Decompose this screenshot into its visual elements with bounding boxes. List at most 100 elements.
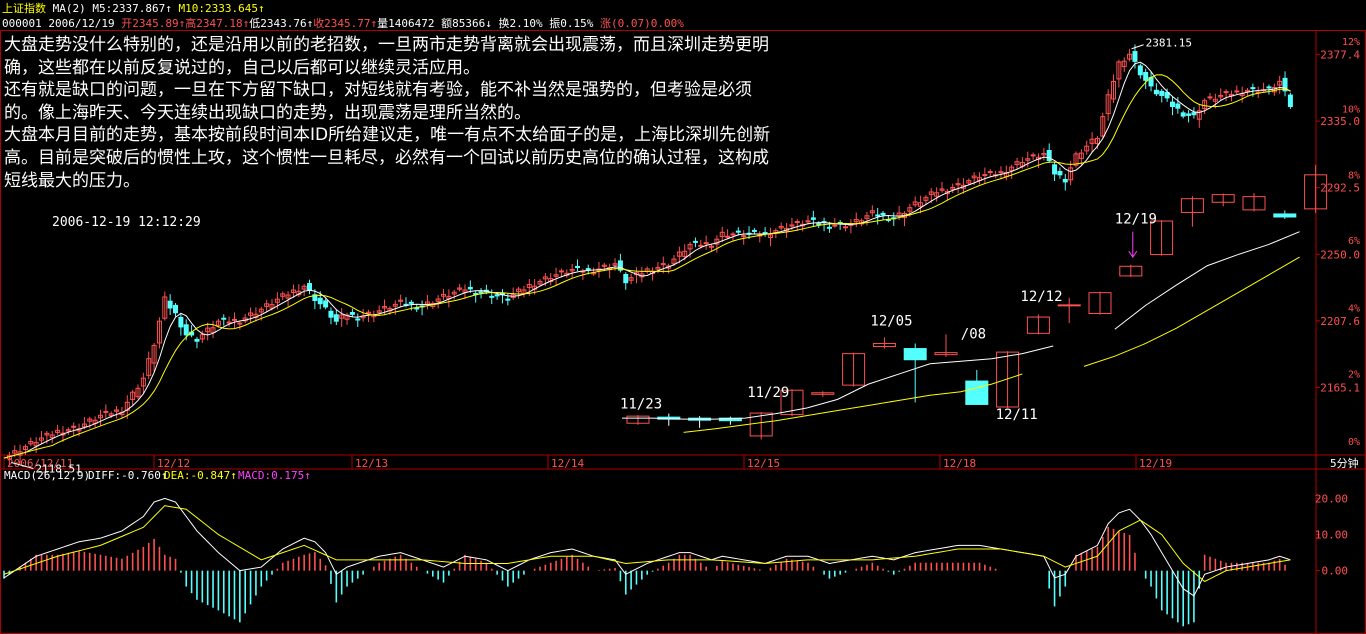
candle-body <box>741 235 747 238</box>
macd-label: MACD(26,12,9) <box>4 469 90 482</box>
candle-body <box>623 273 629 284</box>
percent-tick-label: 6% <box>1348 236 1360 247</box>
candle-body <box>585 268 591 271</box>
candle-body <box>843 226 849 229</box>
candle-body <box>1266 86 1272 89</box>
candle-body <box>1175 103 1181 109</box>
macd-hist-value: MACD:0.175↑ <box>238 469 311 482</box>
price-tick-label: 2250.0 <box>1320 248 1360 261</box>
percent-tick-label: 4% <box>1348 304 1360 315</box>
candle-body <box>183 324 189 336</box>
price-tick-label: 2335.0 <box>1320 115 1360 128</box>
candle-body <box>1159 90 1165 96</box>
inset-date-label: 11/23 <box>620 397 662 413</box>
candle-body <box>1169 101 1175 108</box>
candle-body <box>810 217 816 220</box>
candle-body <box>1062 178 1068 183</box>
annotation-paragraph: 大盘本月目前的走势，基本按前段时间本ID所给建议走，唯一有点不太给面子的是，上海… <box>4 125 771 191</box>
candle-body <box>816 223 822 226</box>
candle-body <box>408 301 414 304</box>
candle-body <box>1287 94 1293 108</box>
candle-body <box>1186 113 1192 116</box>
change-value: 涨(0.07)0.00% <box>600 17 684 30</box>
candle-body <box>221 317 227 320</box>
candle-body <box>982 174 988 177</box>
amount-value: 额85366 <box>441 17 486 30</box>
candle-body <box>194 338 200 342</box>
candle-body <box>998 171 1004 174</box>
m5-up-arrow-icon: ↑ <box>165 2 172 15</box>
m5-value: M5:2337.867 <box>92 2 166 15</box>
inset-date-label: 12/19 <box>1115 212 1157 228</box>
macd-histogram <box>3 526 1286 627</box>
amplitude-value: 振0.15% <box>549 17 594 30</box>
candle-body <box>735 230 741 233</box>
candle-body <box>575 265 581 268</box>
price-tick-label: 2377.4 <box>1320 49 1360 62</box>
candle-body <box>467 286 473 290</box>
date-tick-label: 12/15 <box>747 457 780 470</box>
candle-body <box>1057 170 1063 176</box>
m10-value: M10:2333.645 <box>178 2 258 15</box>
candle-body <box>231 318 237 321</box>
candle-body <box>880 212 886 216</box>
candle-body <box>478 291 484 294</box>
high-value: 高2347.18 <box>185 17 243 30</box>
candle-body <box>1137 65 1143 76</box>
header-row-1: 上证指数 MA(2) M5:2337.867↑ M10:2333.645↑ <box>2 0 265 15</box>
candle-body <box>355 318 361 321</box>
candle-body <box>751 229 757 232</box>
timeframe-label: 5分钟 <box>1330 456 1359 470</box>
candle-body <box>349 311 355 315</box>
candle-body <box>1143 71 1149 81</box>
stock-code: 000001 <box>2 17 42 30</box>
candle-body <box>226 321 232 324</box>
inset-date-label: 12/12 <box>1020 289 1062 305</box>
macd-tick-label: 10.00 <box>1315 529 1348 542</box>
ma-label: MA(2) <box>52 2 86 15</box>
high-marker-line <box>1131 44 1144 50</box>
macd-diff-value: DIFF:-0.760↑ <box>88 469 167 482</box>
close-value: 收2345.77 <box>313 17 371 30</box>
macd-tick-label: 20.00 <box>1315 492 1348 505</box>
percent-tick-label: 8% <box>1348 170 1360 181</box>
candle-body <box>730 233 736 236</box>
candle-body <box>178 316 184 328</box>
inset-candle-body <box>1273 213 1297 218</box>
candle-body <box>1052 164 1058 175</box>
percent-tick-label: 2% <box>1348 369 1360 380</box>
turnover-value: 换2.10% <box>498 17 543 30</box>
candle-body <box>987 171 993 174</box>
candle-body <box>307 283 313 291</box>
volume-value: 量1406472 <box>377 17 435 30</box>
candle-body <box>698 244 704 247</box>
candle-body <box>328 310 334 318</box>
candle-body <box>489 295 495 298</box>
inset-date-label: 12/11 <box>996 407 1038 423</box>
candle-body <box>1234 90 1240 93</box>
candle-body <box>505 298 511 301</box>
date-tick-label: 12/14 <box>551 457 584 470</box>
macd-tick-label: 0.00 <box>1322 565 1349 578</box>
annotation-timestamp: 2006-12-19 12:12:29 <box>52 215 201 230</box>
low-value: 低2343.76 <box>249 17 307 30</box>
candle-body <box>1180 112 1186 117</box>
candle-body <box>1132 51 1138 62</box>
high-marker-label: 2381.15 <box>1146 37 1192 50</box>
inset-candle-body <box>903 348 927 361</box>
candle-body <box>333 314 339 322</box>
annotation-paragraph: 还有就是缺口的问题，一旦在下方留下缺口，对短线就有考验，能不补当然是强势的，但考… <box>4 80 752 123</box>
index-name[interactable]: 上证指数 <box>2 2 46 15</box>
inset-candle-body <box>1057 304 1081 307</box>
candle-body <box>826 226 832 229</box>
percent-tick-label: 0% <box>1348 437 1360 448</box>
inset-date-label: 12/05 <box>870 314 912 330</box>
candle-body <box>317 297 323 305</box>
candle-body <box>1046 149 1052 162</box>
candle-body <box>703 242 709 245</box>
annotation-paragraph: 大盘走势没什么特别的，还是沿用以前的老招数，一旦两市走势背离就会出现震荡，而且深… <box>4 35 769 78</box>
quote-date: 2006/12/19 <box>48 17 115 30</box>
price-tick-label: 2207.6 <box>1320 315 1360 328</box>
inset-date-label: /08 <box>961 326 986 342</box>
inset-candle-body <box>965 380 989 405</box>
